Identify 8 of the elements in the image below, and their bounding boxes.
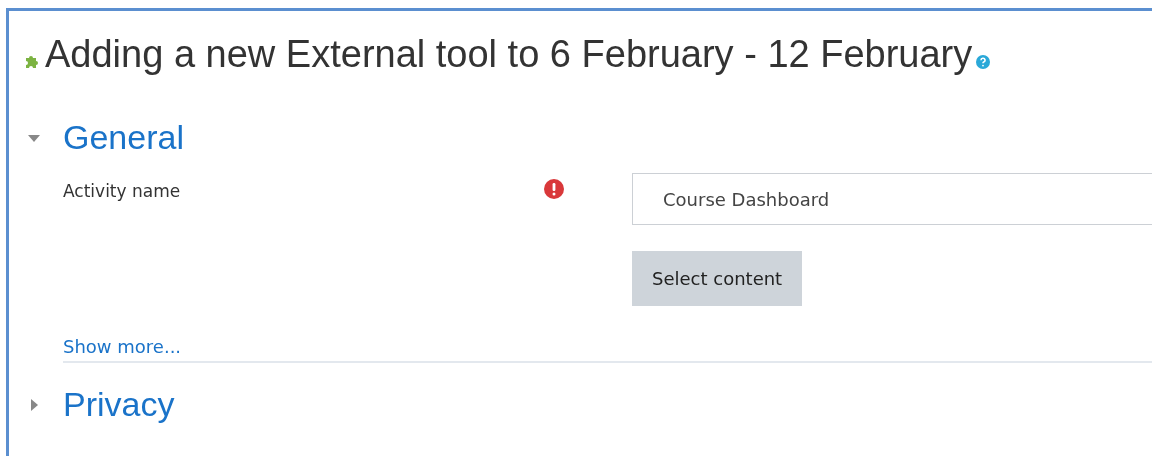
activity-name-field[interactable]: Course Dashboard	[632, 173, 1152, 225]
select-content-button[interactable]: Select content	[632, 251, 803, 306]
section-toggle-link[interactable]: Privacy	[63, 385, 175, 424]
help-icon[interactable]	[976, 54, 991, 69]
show-more-link[interactable]: Show more...	[63, 336, 182, 357]
section-toggle-link[interactable]: General	[63, 118, 184, 157]
page-title: Adding a new External tool to 6 February - 12 February	[45, 33, 973, 76]
field-label: Activity name	[63, 180, 182, 203]
